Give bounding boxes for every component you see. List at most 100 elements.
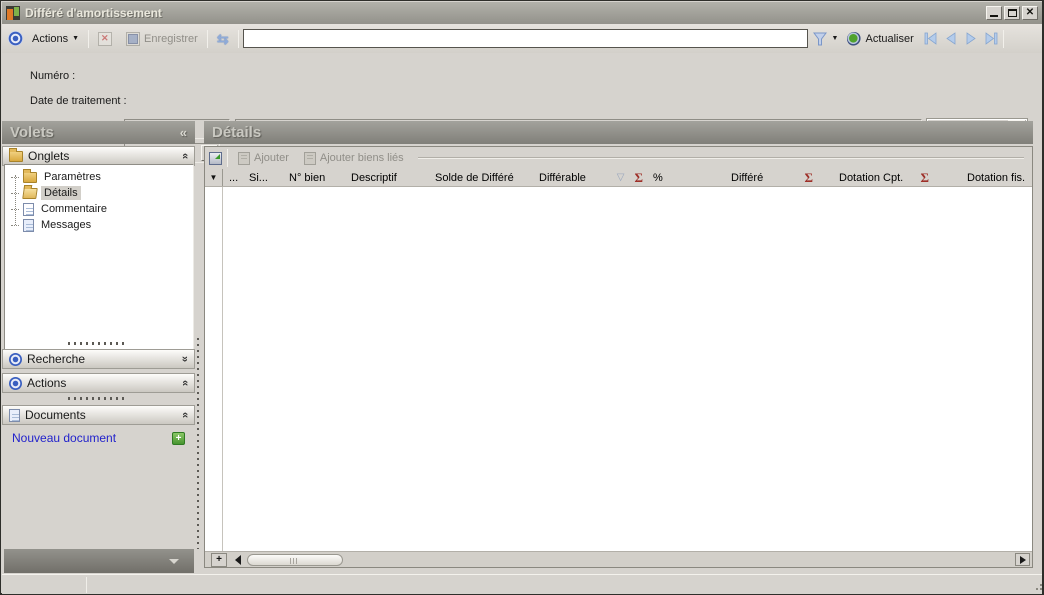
folder-open-icon bbox=[22, 187, 38, 199]
actions-dropdown-icon: ▼ bbox=[72, 35, 80, 42]
actions-section-header[interactable]: Actions « bbox=[2, 373, 195, 393]
numero-label: Numéro : bbox=[30, 70, 76, 82]
column-filter-icon[interactable]: ▽ bbox=[617, 172, 625, 183]
column-header[interactable]: Solde de Différé bbox=[429, 169, 533, 186]
add-row-button[interactable]: + bbox=[211, 552, 227, 567]
refresh-icon bbox=[847, 31, 862, 46]
actions-target-icon bbox=[8, 31, 23, 46]
nav-last-button[interactable] bbox=[983, 31, 999, 46]
tree-item-parametres[interactable]: Paramètres bbox=[7, 168, 191, 185]
save-button[interactable]: Enregistrer bbox=[121, 30, 203, 48]
toolbar-separator bbox=[1002, 29, 1004, 48]
new-document-row: Nouveau document + bbox=[2, 429, 195, 447]
row-selector-button[interactable]: ▼ bbox=[205, 169, 223, 186]
column-header[interactable]: Dotation fis. bbox=[939, 169, 1032, 186]
filter-funnel-icon[interactable] bbox=[812, 31, 828, 47]
actions-menu-label: Actions bbox=[32, 32, 69, 45]
recherche-label: Recherche bbox=[27, 352, 86, 366]
chevron-up-icon[interactable]: « bbox=[179, 412, 191, 418]
scroll-right-button[interactable] bbox=[1015, 553, 1030, 566]
column-header[interactable]: Si... bbox=[243, 169, 283, 186]
sync-button[interactable]: ⇆ bbox=[212, 30, 234, 48]
chevron-down-icon[interactable]: « bbox=[179, 356, 191, 362]
title-bar: Différé d'amortissement ✕ bbox=[2, 2, 1042, 24]
panel-splitter[interactable] bbox=[197, 338, 199, 549]
grid-body[interactable] bbox=[205, 187, 1032, 551]
documents-label: Documents bbox=[25, 408, 86, 422]
chevron-up-icon[interactable]: « bbox=[179, 380, 191, 386]
scroll-left-icon[interactable] bbox=[235, 554, 241, 565]
actions-target-icon bbox=[9, 376, 22, 390]
chevron-down-icon bbox=[169, 558, 179, 564]
column-header[interactable]: N° bien bbox=[283, 169, 345, 186]
toolbar-separator bbox=[237, 29, 239, 48]
header-form: Numéro : Date de traitement : __/__/____… bbox=[2, 53, 1042, 163]
details-header: Détails bbox=[204, 121, 1033, 144]
add-document-icon[interactable]: + bbox=[172, 431, 185, 445]
splitter-handle[interactable] bbox=[68, 342, 128, 345]
window-title: Différé d'amortissement bbox=[25, 6, 162, 20]
column-header[interactable]: Dotation Cpt. Σ bbox=[823, 169, 939, 186]
tree-item-commentaire[interactable]: Commentaire bbox=[7, 201, 191, 217]
document-icon bbox=[23, 218, 34, 232]
tree-item-label: Paramètres bbox=[44, 171, 101, 183]
close-button[interactable]: ✕ bbox=[1022, 6, 1038, 20]
folder-icon bbox=[9, 147, 23, 162]
nav-prev-button[interactable] bbox=[943, 31, 959, 46]
filter-input[interactable] bbox=[242, 29, 808, 48]
document-icon bbox=[23, 202, 34, 216]
save-label: Enregistrer bbox=[144, 32, 198, 45]
onglets-section-header[interactable]: Onglets « bbox=[2, 146, 195, 166]
scroll-right-icon bbox=[1019, 555, 1026, 564]
tree-item-label: Commentaire bbox=[41, 203, 108, 215]
column-header[interactable]: Descriptif bbox=[345, 169, 429, 186]
toolbar-separator bbox=[227, 149, 228, 167]
onglets-tree: Paramètres Détails Commentaire Messages bbox=[4, 164, 194, 359]
sum-icon[interactable]: Σ bbox=[635, 170, 644, 186]
sum-icon[interactable]: Σ bbox=[805, 170, 814, 186]
column-header[interactable]: % bbox=[647, 169, 707, 186]
status-bar bbox=[2, 574, 1042, 594]
cancel-button[interactable] bbox=[93, 30, 117, 48]
sum-icon[interactable]: Σ bbox=[921, 170, 930, 186]
minimize-button[interactable] bbox=[986, 6, 1002, 20]
hscroll-thumb[interactable] bbox=[247, 553, 343, 566]
recherche-target-icon bbox=[9, 352, 22, 366]
grid-hscrollbar: + bbox=[205, 551, 1032, 567]
new-document-link[interactable]: Nouveau document bbox=[12, 431, 116, 445]
maximize-button[interactable] bbox=[1004, 6, 1020, 20]
ajouter-button[interactable]: Ajouter bbox=[233, 150, 294, 167]
toolbar-separator bbox=[88, 29, 90, 48]
date-label: Date de traitement : bbox=[30, 95, 127, 107]
row-header-strip bbox=[205, 187, 223, 551]
documents-section-header[interactable]: Documents « bbox=[2, 405, 195, 425]
add-linked-assets-icon bbox=[303, 151, 316, 165]
column-header[interactable]: ... bbox=[223, 169, 243, 186]
app-icon bbox=[6, 6, 20, 20]
recherche-section-header[interactable]: Recherche « bbox=[2, 349, 195, 369]
tree-connector bbox=[15, 175, 16, 225]
export-icon[interactable] bbox=[209, 151, 222, 165]
sync-icon: ⇆ bbox=[216, 30, 229, 47]
nav-next-button[interactable] bbox=[963, 31, 979, 46]
toolbar-separator bbox=[206, 29, 208, 48]
actions-menu-button[interactable]: Actions ▼ bbox=[27, 31, 84, 47]
nav-first-button[interactable] bbox=[923, 31, 939, 46]
ajouter-biens-lies-button[interactable]: Ajouter biens liés bbox=[299, 150, 409, 167]
resize-grip[interactable] bbox=[1036, 588, 1038, 590]
add-row-icon bbox=[238, 151, 250, 165]
splitter-handle[interactable] bbox=[68, 397, 128, 400]
details-toolbar: Ajouter Ajouter biens liés bbox=[205, 147, 1032, 169]
maximize-icon bbox=[1007, 9, 1017, 17]
column-header[interactable]: Différé Σ bbox=[707, 169, 823, 186]
tree-item-details[interactable]: Détails bbox=[7, 185, 191, 201]
filter-dropdown-icon[interactable]: ▼ bbox=[832, 35, 839, 42]
chevron-up-icon[interactable]: « bbox=[179, 153, 191, 159]
refresh-button[interactable]: Actualiser bbox=[842, 30, 918, 48]
sidebar-footer-bar[interactable] bbox=[4, 549, 194, 573]
column-header[interactable]: Différable ▽ Σ bbox=[533, 169, 647, 186]
actions-section-label: Actions bbox=[27, 376, 67, 390]
collapse-sidebar-icon[interactable]: « bbox=[180, 125, 187, 140]
onglets-label: Onglets bbox=[28, 149, 70, 163]
tree-item-messages[interactable]: Messages bbox=[7, 217, 191, 233]
